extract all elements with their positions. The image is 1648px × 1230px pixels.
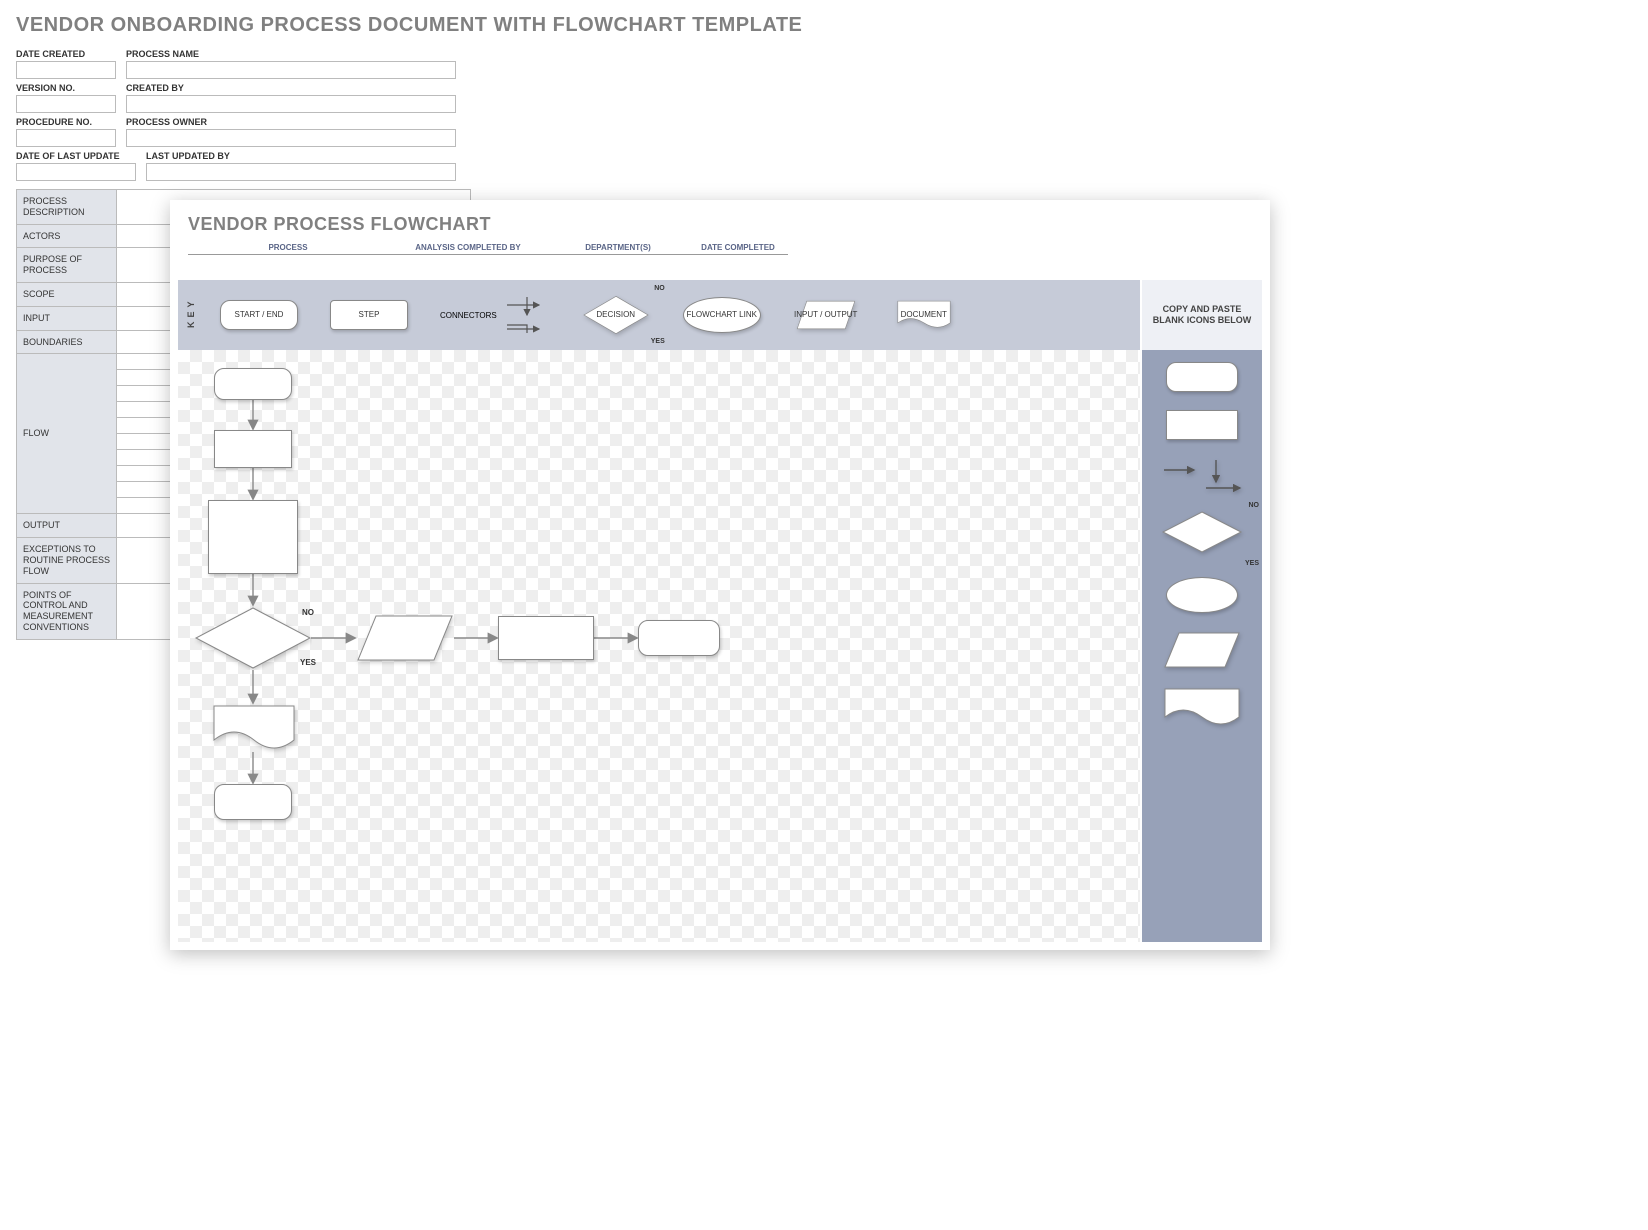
- flowchart-canvas[interactable]: NO YES: [178, 350, 1140, 942]
- canvas-yes-label: YES: [300, 658, 316, 667]
- row-exceptions: EXCEPTIONS TO ROUTINE PROCESS FLOW: [17, 538, 117, 583]
- flowchart-link-icon: FLOWCHART LINK: [683, 297, 761, 333]
- label-procedure-no: PROCEDURE NO.: [16, 117, 116, 127]
- palette-body: NO YES: [1142, 350, 1262, 942]
- row-process-description: PROCESS DESCRIPTION: [17, 190, 117, 225]
- flowchart-panel: VENDOR PROCESS FLOWCHART PROCESS ANALYSI…: [170, 200, 1270, 950]
- header-fields: DATE CREATED PROCESS NAME VERSION NO. CR…: [16, 47, 1638, 181]
- row-purpose: PURPOSE OF PROCESS: [17, 248, 117, 283]
- key-link: FLOWCHART LINK: [683, 297, 761, 333]
- palette-decision-icon[interactable]: [1161, 510, 1243, 554]
- canvas-terminator-1[interactable]: [214, 368, 292, 400]
- ph-date-completed[interactable]: DATE COMPLETED: [688, 241, 788, 255]
- canvas-io[interactable]: [356, 614, 454, 667]
- key-io: INPUT / OUTPUT: [793, 300, 859, 330]
- input-date-last-update[interactable]: [16, 163, 136, 181]
- key-connectors: CONNECTORS: [440, 295, 549, 335]
- input-created-by[interactable]: [126, 95, 456, 113]
- canvas-terminator-3[interactable]: [214, 784, 292, 820]
- input-version-no[interactable]: [16, 95, 116, 113]
- canvas-terminator-2[interactable]: [638, 620, 720, 656]
- palette-decision-yes: YES: [1245, 560, 1259, 567]
- decision-yes-label: YES: [651, 338, 665, 345]
- terminator-icon: START / END: [220, 300, 298, 330]
- palette-step-icon[interactable]: [1166, 410, 1238, 440]
- ph-analysis[interactable]: ANALYSIS COMPLETED BY: [388, 241, 548, 255]
- key-document: DOCUMENT: [891, 300, 957, 330]
- key-bar: KEY START / END STEP CONNECTORS NO DECIS…: [178, 280, 1140, 350]
- canvas-step-1[interactable]: [214, 430, 292, 468]
- input-procedure-no[interactable]: [16, 129, 116, 147]
- input-date-created[interactable]: [16, 61, 116, 79]
- label-last-updated-by: LAST UPDATED BY: [146, 151, 456, 161]
- row-actors: ACTORS: [17, 224, 117, 248]
- label-date-created: DATE CREATED: [16, 49, 116, 59]
- row-output: OUTPUT: [17, 514, 117, 538]
- label-created-by: CREATED BY: [126, 83, 456, 93]
- label-version-no: VERSION NO.: [16, 83, 116, 93]
- decision-no-label: NO: [654, 285, 665, 292]
- input-process-name[interactable]: [126, 61, 456, 79]
- connector-arrows-icon: [505, 295, 549, 335]
- row-points: POINTS OF CONTROL AND MEASUREMENT CONVEN…: [17, 583, 117, 639]
- key-step: STEP: [330, 300, 408, 330]
- palette-terminator-icon[interactable]: [1166, 362, 1238, 392]
- row-scope: SCOPE: [17, 282, 117, 306]
- key-start-end: START / END: [220, 300, 298, 330]
- process-step-icon: STEP: [330, 300, 408, 330]
- canvas-step-3[interactable]: [498, 616, 594, 660]
- panel-header-row: PROCESS ANALYSIS COMPLETED BY DEPARTMENT…: [188, 241, 1270, 255]
- label-date-last-update: DATE OF LAST UPDATE: [16, 151, 136, 161]
- ph-process[interactable]: PROCESS: [188, 241, 388, 255]
- canvas-document[interactable]: [212, 704, 296, 759]
- icon-palette: COPY AND PASTE BLANK ICONS BELOW NO YES: [1142, 280, 1262, 942]
- label-process-name: PROCESS NAME: [126, 49, 456, 59]
- document-title: VENDOR ONBOARDING PROCESS DOCUMENT WITH …: [16, 14, 1638, 37]
- label-process-owner: PROCESS OWNER: [126, 117, 456, 127]
- key-decision: NO DECISION YES: [581, 295, 651, 335]
- palette-io-icon[interactable]: [1163, 631, 1241, 669]
- canvas-step-2[interactable]: [208, 500, 298, 574]
- row-boundaries: BOUNDARIES: [17, 330, 117, 354]
- connectors-label: CONNECTORS: [440, 311, 497, 320]
- palette-decision-wrap[interactable]: NO YES: [1161, 510, 1243, 559]
- canvas-decision[interactable]: [194, 606, 312, 675]
- palette-connector-icon[interactable]: [1160, 458, 1244, 492]
- canvas-no-label: NO: [302, 608, 314, 617]
- palette-heading: COPY AND PASTE BLANK ICONS BELOW: [1142, 280, 1262, 350]
- panel-title: VENDOR PROCESS FLOWCHART: [188, 214, 1270, 235]
- row-input: INPUT: [17, 306, 117, 330]
- input-last-updated-by[interactable]: [146, 163, 456, 181]
- palette-oval-icon[interactable]: [1166, 577, 1238, 613]
- palette-decision-no: NO: [1249, 502, 1260, 509]
- key-label: KEY: [186, 302, 196, 328]
- row-flow: FLOW: [17, 354, 117, 514]
- palette-document-icon[interactable]: [1163, 687, 1241, 729]
- ph-departments[interactable]: DEPARTMENT(S): [548, 241, 688, 255]
- document-icon: DOCUMENT: [891, 300, 957, 330]
- input-process-owner[interactable]: [126, 129, 456, 147]
- decision-icon: DECISION: [581, 295, 651, 335]
- io-icon: INPUT / OUTPUT: [793, 300, 859, 330]
